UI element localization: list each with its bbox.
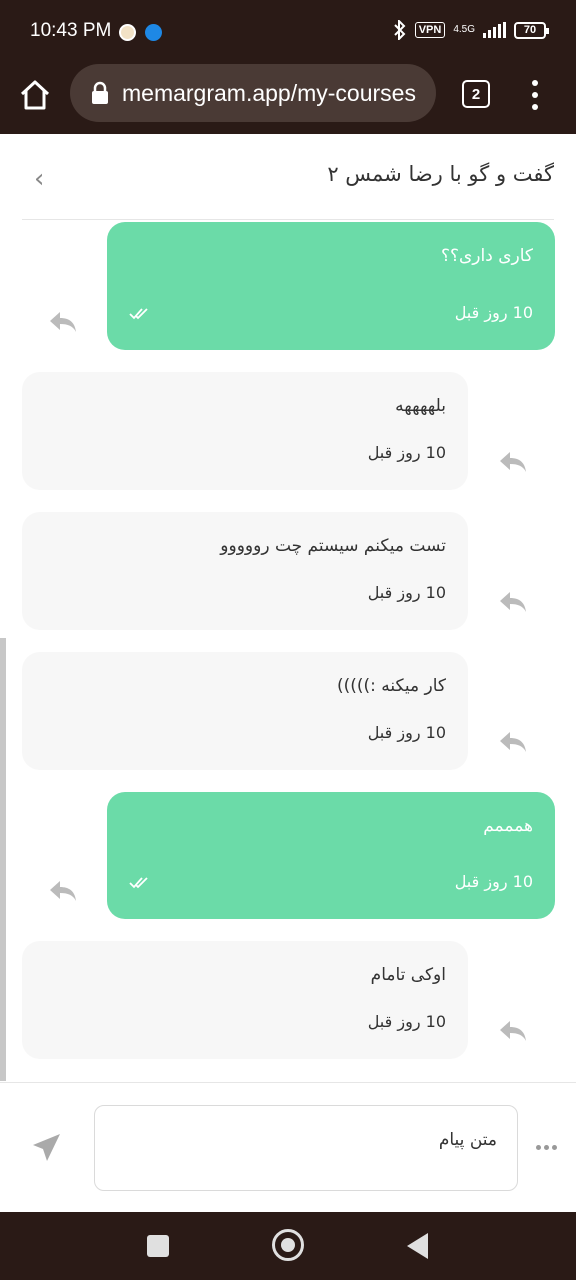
vpn-badge: VPN [414,22,446,38]
message-text: بلههههه [395,396,446,416]
overflow-menu-icon[interactable] [525,80,545,110]
scrollbar[interactable] [0,638,6,1081]
message-composer [0,1082,576,1212]
chat-title: گفت و گو با رضا شمس ۲ [327,162,554,186]
message-time: 10 روز قبل [454,303,533,322]
battery-icon: 70 [514,21,549,39]
chat-messages[interactable]: کاری داری؟؟ 10 روز قبل بلههههه 10 روز قب… [0,220,576,1082]
reply-icon[interactable] [48,310,78,334]
reply-icon[interactable] [498,590,528,614]
signal-icon [483,22,506,38]
message-input[interactable] [94,1105,518,1191]
double-check-icon [129,308,148,320]
reply-icon[interactable] [498,1019,528,1043]
status-bar: 10:43 PM VPN 4.5G 70 [0,0,576,64]
message-bubble-outgoing[interactable]: کاری داری؟؟ 10 روز قبل [107,222,555,350]
message-time: 10 روز قبل [367,583,446,602]
home-icon[interactable] [18,78,52,112]
network-type: 4.5G [453,24,475,35]
back-triangle-icon[interactable] [407,1233,428,1259]
reply-icon[interactable] [498,450,528,474]
more-options-icon[interactable] [536,1145,557,1150]
notification-icon [119,24,136,41]
message-bubble-incoming[interactable]: اوکی تامام 10 روز قبل [22,941,468,1059]
chat-header: ‹ گفت و گو با رضا شمس ۲ [22,140,554,220]
send-icon[interactable] [30,1131,64,1165]
tab-switcher-button[interactable]: 2 [462,80,490,108]
address-bar[interactable]: memargram.app/my-courses [70,64,436,122]
bluetooth-icon [393,20,406,40]
battery-level: 70 [523,24,537,36]
phone-call-icon [145,24,162,41]
status-indicators: VPN 4.5G 70 [393,20,549,40]
lock-icon [92,81,108,104]
message-text: اوکی تامام [370,965,446,985]
message-bubble-outgoing[interactable]: همممم 10 روز قبل [107,792,555,919]
status-time: 10:43 PM [30,20,112,41]
reply-icon[interactable] [48,879,78,903]
system-navigation-bar [0,1212,576,1280]
url-text: memargram.app/my-courses [122,79,416,106]
message-text: کاری داری؟؟ [440,246,533,266]
message-text: تست میکنم سیستم چت رووووو [220,536,446,556]
message-time: 10 روز قبل [367,443,446,462]
message-time: 10 روز قبل [367,1012,446,1031]
message-text: همممم [483,816,533,836]
reply-icon[interactable] [498,730,528,754]
browser-toolbar: memargram.app/my-courses 2 [0,64,576,134]
message-time: 10 روز قبل [454,872,533,891]
chevron-left-icon[interactable]: ‹ [34,164,44,194]
message-bubble-incoming[interactable]: تست میکنم سیستم چت رووووو 10 روز قبل [22,512,468,630]
recent-apps-icon[interactable] [147,1235,169,1257]
double-check-icon [129,877,148,889]
message-bubble-incoming[interactable]: بلههههه 10 روز قبل [22,372,468,490]
message-time: 10 روز قبل [367,723,446,742]
message-bubble-incoming[interactable]: کار میکنه :))))) 10 روز قبل [22,652,468,770]
message-text: کار میکنه :))))) [336,676,446,696]
home-circle-icon[interactable] [272,1229,304,1261]
